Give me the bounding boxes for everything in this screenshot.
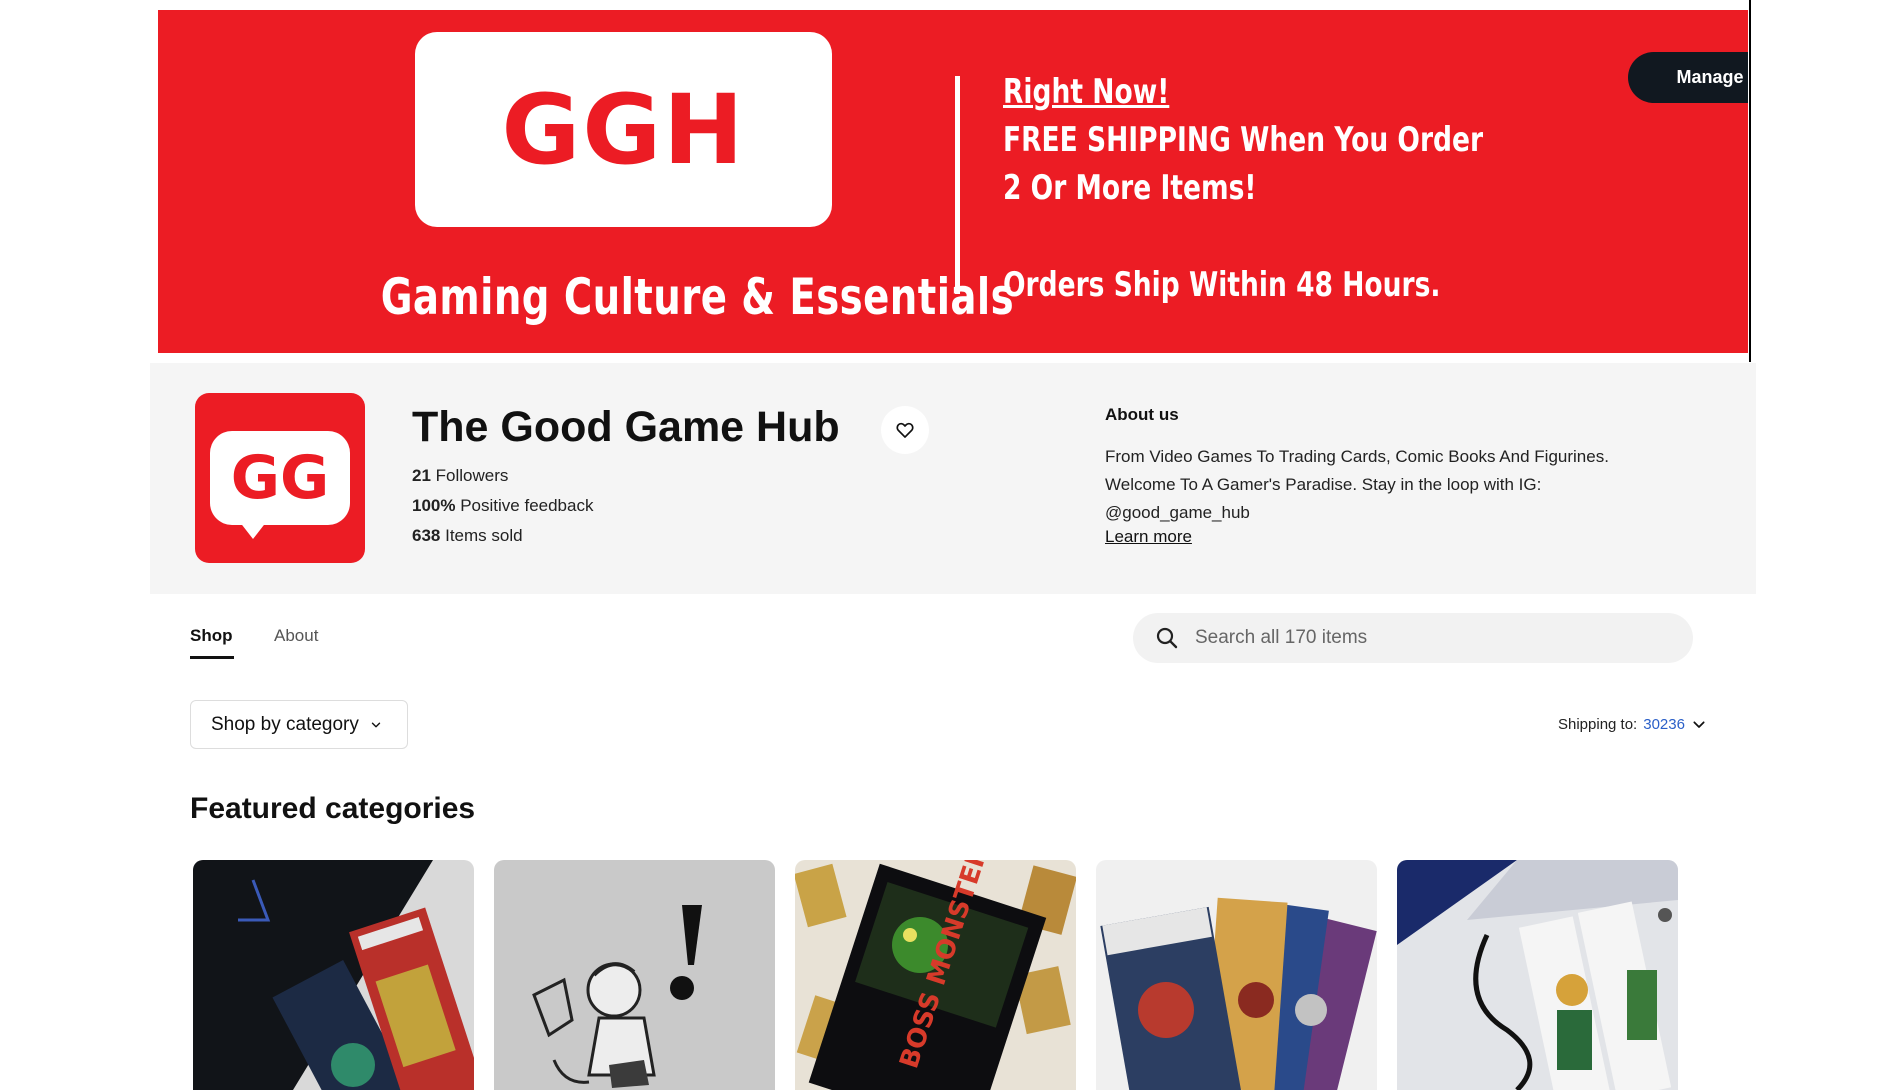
category-card-retro[interactable]: BOSS MONSTER [795, 860, 1076, 1090]
store-logo-bubble-tail [239, 521, 267, 539]
banner-edge-line [1749, 0, 1751, 362]
category-card-playstation[interactable] [193, 860, 474, 1090]
banner-tagline: Gaming Culture & Essentials [380, 268, 1015, 326]
learn-more-link[interactable]: Learn more [1105, 527, 1192, 547]
followers-count: 21 [412, 466, 431, 485]
items-sold-stat: 638 Items sold [412, 526, 523, 546]
category-card-illustration[interactable] [494, 860, 775, 1090]
shipping-zip[interactable]: 30236 [1643, 716, 1685, 733]
category-card-gamecube[interactable] [1397, 860, 1678, 1090]
store-logo: GG [195, 393, 365, 563]
chevron-down-icon[interactable] [1691, 717, 1707, 733]
promo-line-3: 2 Or More Items! [1003, 168, 1257, 208]
about-text: From Video Games To Trading Cards, Comic… [1105, 447, 1609, 522]
comic-books-photo [1096, 860, 1377, 1090]
feedback-stat: 100% Positive feedback [412, 496, 593, 516]
promo-line-1: Right Now! [1003, 72, 1170, 112]
store-logo-text: GG [230, 443, 330, 513]
promo-line-2: FREE SHIPPING When You Order [1003, 120, 1484, 160]
store-name: The Good Game Hub [412, 403, 840, 451]
about-title: About us [1105, 405, 1179, 424]
followers-stat: 21 Followers [412, 466, 508, 486]
followers-label: Followers [435, 466, 509, 485]
active-tab-indicator [190, 656, 234, 659]
items-sold-count: 638 [412, 526, 441, 545]
tab-about[interactable]: About [274, 626, 318, 646]
heart-icon [896, 422, 914, 438]
banner-logo-box: GGH [415, 32, 832, 227]
search-input[interactable] [1193, 626, 1677, 650]
shop-by-category-button[interactable]: Shop by category [190, 700, 408, 749]
shipping-location: Shipping to: 30236 [1558, 716, 1707, 733]
banner-divider [955, 76, 960, 294]
retro-game-box-photo: BOSS MONSTER [795, 860, 1076, 1090]
store-logo-bubble: GG [210, 431, 350, 525]
chevron-down-icon [371, 722, 381, 727]
banner-logo-text: GGH [501, 73, 746, 186]
store-info-panel: GG The Good Game Hub 21 Followers 100% P… [150, 363, 1756, 594]
follow-store-button[interactable] [881, 406, 929, 454]
items-sold-label: Items sold [445, 526, 523, 545]
feedback-label: Positive feedback [460, 496, 594, 515]
store-search-bar[interactable] [1133, 613, 1693, 663]
promo-line-4: Orders Ship Within 48 Hours. [1003, 265, 1441, 305]
playstation-2-games-photo [193, 860, 474, 1090]
featured-categories-title: Featured categories [190, 792, 476, 825]
cartoon-illustration-photo [494, 860, 775, 1090]
store-banner: GGH Gaming Culture & Essentials Right No… [158, 10, 1748, 353]
category-card-comics[interactable] [1096, 860, 1377, 1090]
gamecube-console-photo [1397, 860, 1678, 1090]
manage-store-button[interactable]: Manage my store [1628, 52, 1748, 103]
shop-by-category-label: Shop by category [211, 713, 359, 735]
search-icon [1156, 627, 1178, 649]
tab-shop[interactable]: Shop [190, 626, 233, 646]
feedback-value: 100% [412, 496, 456, 515]
shipping-label: Shipping to: [1558, 716, 1638, 733]
